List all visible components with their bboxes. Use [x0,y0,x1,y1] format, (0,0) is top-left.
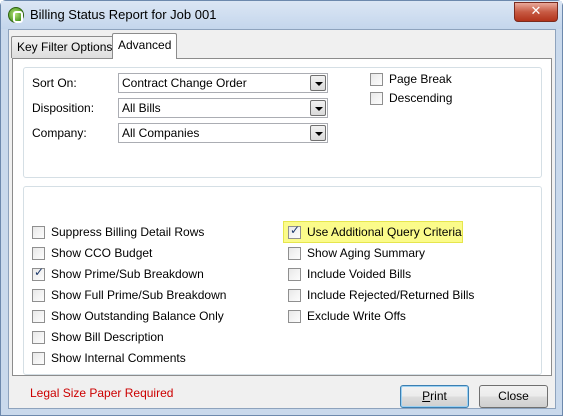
app-icon [8,7,24,23]
option-label: Show Prime/Sub Breakdown [51,267,204,281]
checkbox-box[interactable] [370,73,383,86]
close-icon: ✕ [530,4,542,19]
option-label: Show Aging Summary [307,246,426,260]
dialog-body: Key Filter Options Advanced Sort On: Con… [8,29,556,409]
page-break-label: Page Break [389,72,452,86]
print-label-rest: rint [430,389,447,403]
print-button[interactable]: Print [400,385,469,408]
option-label: Show Bill Description [51,330,164,344]
checkbox-box[interactable] [288,310,301,323]
tab-label: Key Filter Options [17,40,113,54]
checkbox-box[interactable] [288,247,301,260]
checkbox-box[interactable]: ✓ [32,265,45,281]
chevron-down-icon[interactable] [310,100,326,116]
tab-advanced[interactable]: Advanced [112,33,178,59]
option-label: Include Rejected/Returned Bills [307,288,475,302]
company-label: Company: [32,126,87,140]
checkbox-box[interactable] [32,289,45,302]
descending-label: Descending [389,91,453,105]
tab-label: Advanced [118,38,172,52]
checkbox-box[interactable] [32,331,45,344]
checkmark-icon: ✓ [34,265,45,279]
print-mnemonic: P [422,389,431,403]
report-dialog: Billing Status Report for Job 001 ✕ Key … [0,0,563,416]
option-label: Exclude Write Offs [307,309,406,323]
close-button[interactable]: Close [479,385,548,408]
checkbox-box[interactable] [370,92,383,105]
company-value: All Companies [122,126,200,140]
option-label: Use Additional Query Criteria [307,225,462,239]
checkmark-icon: ✓ [290,223,301,237]
sort-options-group: Sort On: Contract Change Order Dispositi… [23,67,542,178]
option-label: Show Full Prime/Sub Breakdown [51,288,227,302]
legal-paper-notice: Legal Size Paper Required [30,386,174,400]
close-label: Close [498,389,529,403]
option-label: Show Internal Comments [51,351,186,365]
sort-on-label: Sort On: [32,76,77,90]
window-title: Billing Status Report for Job 001 [30,7,217,22]
sort-on-value: Contract Change Order [122,76,247,90]
chevron-down-icon[interactable] [310,75,326,91]
checkbox-box[interactable] [32,247,45,260]
option-label: Show Outstanding Balance Only [51,309,224,323]
disposition-label: Disposition: [32,101,95,115]
advanced-tab-page: Sort On: Contract Change Order Dispositi… [12,58,552,400]
company-select[interactable]: All Companies [118,123,328,143]
checkbox-box[interactable] [288,268,301,281]
checkbox-box[interactable]: ✓ [288,223,301,239]
title-bar[interactable]: Billing Status Report for Job 001 ✕ [1,1,562,29]
sort-on-select[interactable]: Contract Change Order [118,73,328,93]
window-close-button[interactable]: ✕ [514,2,558,22]
checkbox-box[interactable] [32,352,45,365]
disposition-value: All Bills [122,101,161,115]
option-label: Show CCO Budget [51,246,153,260]
chevron-down-icon[interactable] [310,125,326,141]
option-label: Include Voided Bills [307,267,412,281]
checkbox-box[interactable] [288,289,301,302]
option-label: Suppress Billing Detail Rows [51,225,205,239]
checkbox-box[interactable] [32,310,45,323]
checkbox-box[interactable] [32,226,45,239]
disposition-select[interactable]: All Bills [118,98,328,118]
tab-key-filter-options[interactable]: Key Filter Options [11,36,119,58]
